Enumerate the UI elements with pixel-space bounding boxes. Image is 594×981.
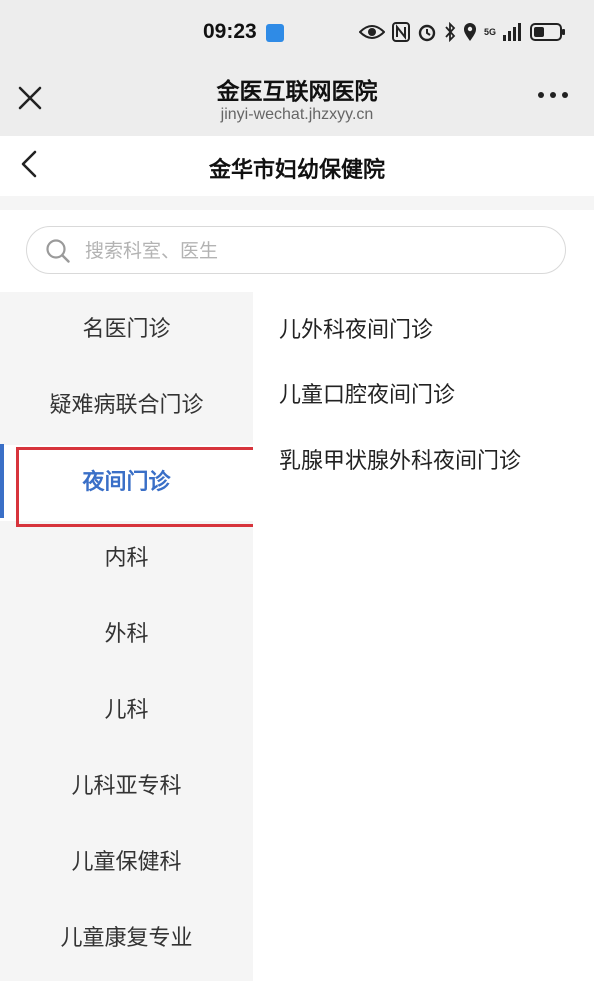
category-item-pediatrics[interactable]: 儿科: [0, 673, 253, 749]
battery-icon: [530, 23, 565, 41]
location-icon: [463, 23, 476, 41]
category-item-famous-doctor[interactable]: 名医门诊: [0, 292, 253, 368]
category-item-internal[interactable]: 内科: [0, 521, 253, 597]
category-item-night-clinic[interactable]: 夜间门诊: [0, 445, 253, 521]
divider: [0, 196, 594, 210]
department-item[interactable]: 乳腺甲状腺外科夜间门诊: [279, 443, 521, 475]
nfc-icon: [391, 22, 410, 42]
category-item-child-rehab[interactable]: 儿童康复专业: [0, 901, 253, 977]
app-notification-icon: [266, 24, 284, 42]
search-icon: [46, 239, 70, 263]
bluetooth-icon: [445, 22, 456, 42]
signal-icon: [503, 23, 521, 41]
status-icons: 5G: [358, 22, 566, 42]
department-item[interactable]: 儿童口腔夜间门诊: [279, 377, 455, 409]
status-time: 09:23: [203, 20, 257, 43]
category-item-difficult-joint[interactable]: 疑难病联合门诊: [0, 368, 253, 444]
category-sidebar: 名医门诊 疑难病联合门诊 夜间门诊 内科 外科 儿科 儿科亚专科 儿童保健科 儿…: [0, 292, 253, 981]
category-item-child-healthcare[interactable]: 儿童保健科: [0, 825, 253, 901]
webview-header: 金医互联网医院 jinyi-wechat.jhzxyy.cn: [0, 64, 594, 136]
eye-icon: [358, 25, 385, 39]
category-item-pediatric-subspecialty[interactable]: 儿科亚专科: [0, 749, 253, 825]
status-bar: 09:23 5G: [0, 0, 594, 64]
department-item[interactable]: 儿外科夜间门诊: [279, 312, 433, 344]
page-title: 金华市妇幼保健院: [208, 158, 385, 183]
page-nav-bar: 金华市妇幼保健院: [0, 136, 594, 196]
active-indicator: [0, 444, 4, 518]
alarm-icon: [418, 24, 436, 42]
search-bar[interactable]: [26, 226, 566, 275]
network-label: 5G: [483, 26, 496, 37]
webview-title: 金医互联网医院: [216, 79, 378, 105]
more-menu-icon[interactable]: [538, 92, 568, 98]
search-input[interactable]: [83, 227, 547, 275]
category-item-surgery[interactable]: 外科: [0, 597, 253, 673]
department-list: 儿外科夜间门诊 儿童口腔夜间门诊 乳腺甲状腺外科夜间门诊: [253, 292, 594, 981]
webview-url: jinyi-wechat.jhzxyy.cn: [220, 106, 374, 123]
